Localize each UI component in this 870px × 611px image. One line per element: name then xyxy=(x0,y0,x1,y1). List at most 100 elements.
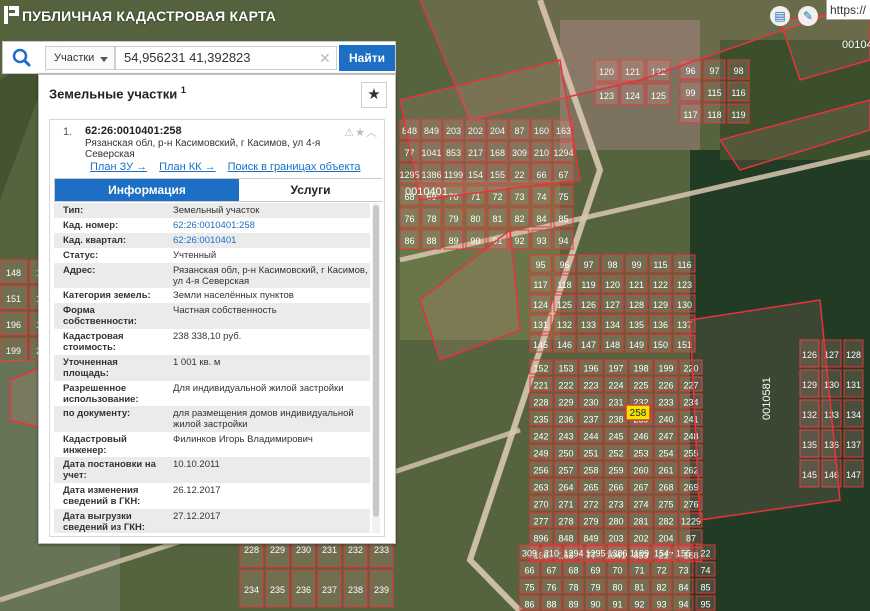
scrollbar-thumb[interactable] xyxy=(373,205,379,517)
parcel-label: 204 xyxy=(658,534,673,544)
parcel-label: 85 xyxy=(700,583,710,593)
parcel-label: 99 xyxy=(685,88,695,98)
info-row: Дата выгрузки сведений из ГКН: 27.12.2017 xyxy=(54,509,370,533)
link-plan-kk[interactable]: План КК → xyxy=(159,161,215,173)
info-label: Дата выгрузки сведений из ГКН: xyxy=(63,511,146,533)
parcel-label: 258 xyxy=(583,466,598,476)
link-plan-zu[interactable]: План ЗУ → xyxy=(90,161,147,173)
info-scrollbar[interactable] xyxy=(372,203,380,533)
parcel-label: 239 xyxy=(374,585,389,595)
parcel-label: 131 xyxy=(533,320,548,330)
parcel-label: 134 xyxy=(846,410,861,420)
parcel-label: 137 xyxy=(846,440,861,450)
parcel-label: 145 xyxy=(533,340,548,350)
parcel-label: 271 xyxy=(558,500,573,510)
results-heading-text: Земельные участки xyxy=(49,86,178,102)
parcel-label: 245 xyxy=(608,432,623,442)
info-value: Рязанская обл, р-н Касимовский, г Касимо… xyxy=(173,265,368,287)
parcel-label: 198 xyxy=(633,364,648,374)
parcel-label: 277 xyxy=(533,517,548,527)
parcel-label: 117 xyxy=(683,110,697,120)
tab-information[interactable]: Информация xyxy=(55,179,239,201)
card-actions[interactable]: ⚠★︿ xyxy=(344,124,378,140)
parcel-label: 90 xyxy=(470,236,480,246)
info-label: Форма собственности: xyxy=(63,305,137,327)
parcel-label: 210 xyxy=(544,549,559,559)
parcel-label: 237 xyxy=(322,585,337,595)
info-label: Кадастровая стоимость: xyxy=(63,331,124,353)
parcel-label: 89 xyxy=(568,600,578,610)
results-count: 1 xyxy=(180,85,186,95)
info-row: Адрес: Рязанская обл, р-н Касимовский, г … xyxy=(54,263,370,288)
parcel-label: 252 xyxy=(608,449,623,459)
app-title: ПУБЛИЧНАЯ КАДАСТРОВАЯ КАРТА xyxy=(22,8,277,24)
parcel-label: 132 xyxy=(557,320,572,330)
parcel-label: 235 xyxy=(270,585,285,595)
info-row: Разрешенное использование: Для индивидуал… xyxy=(54,381,370,406)
info-row: Тип: Земельный участок xyxy=(54,203,370,218)
star-outline-icon[interactable]: ★ xyxy=(355,127,366,139)
parcel-label: 282 xyxy=(658,517,673,527)
search-icon[interactable] xyxy=(7,46,37,70)
parcel-label: 233 xyxy=(374,545,389,555)
parcel-label: 73 xyxy=(678,566,688,576)
search-type-value: Участки xyxy=(54,52,95,64)
parcel-label: 232 xyxy=(348,545,363,555)
parcel-label: 155 xyxy=(676,549,691,559)
info-label: Дата изменения сведений в ГКН: xyxy=(63,485,141,507)
parcel-label: 91 xyxy=(612,600,622,610)
info-table: Тип: Земельный участок Кад. номер: 62:26:00… xyxy=(54,203,370,533)
parcel-label: 262 xyxy=(683,466,698,476)
result-cad-number[interactable]: 62:26:0010401:258 xyxy=(85,125,182,137)
parcel-label: 70 xyxy=(612,566,622,576)
parcel-label: 81 xyxy=(634,583,644,593)
parcel-label: 69 xyxy=(590,566,600,576)
parcel-label: 231 xyxy=(322,545,337,555)
parcel-label: 89 xyxy=(448,236,458,246)
parcel-label: 119 xyxy=(581,280,595,290)
parcel-label: 147 xyxy=(846,470,861,480)
parcel-label: 151 xyxy=(6,294,21,304)
info-value: Для индивидуальной жилой застройки xyxy=(173,383,344,394)
clear-icon[interactable]: ✕ xyxy=(319,50,331,67)
parcel-label: 263 xyxy=(533,483,548,493)
info-value: 238 338,10 руб. xyxy=(173,331,242,342)
parcel-label: 135 xyxy=(629,320,644,330)
parcel-label: 73 xyxy=(514,192,524,202)
info-value[interactable]: 62:26:0010401 xyxy=(173,235,369,247)
parcel-label: 76 xyxy=(546,583,556,593)
find-button[interactable]: Найти xyxy=(339,45,395,71)
favorite-button[interactable]: ★ xyxy=(361,82,387,108)
parcel-label: 268 xyxy=(658,483,673,493)
parcel-label: 68 xyxy=(568,566,578,576)
parcel-label: 127 xyxy=(605,300,620,310)
info-row: Кадастровый инженер: Филинков Игорь Влади… xyxy=(54,432,370,457)
chevron-up-icon[interactable]: ︿ xyxy=(366,127,378,139)
parcel-label: 257 xyxy=(558,466,573,476)
parcel-label: 98 xyxy=(607,260,617,270)
parcel-label: 202 xyxy=(633,534,648,544)
parcel-label: 94 xyxy=(678,600,688,610)
parcel-label: 238 xyxy=(348,585,363,595)
parcel-label: 225 xyxy=(633,381,648,391)
parcel-label: 223 xyxy=(583,381,598,391)
measure-icon[interactable]: ✎ xyxy=(798,6,818,26)
tab-services[interactable]: Услуги xyxy=(239,179,382,201)
search-type-select[interactable]: Участки xyxy=(45,46,115,70)
parcel-label: 76 xyxy=(404,214,414,224)
info-value[interactable]: 62:26:0010401:258 xyxy=(173,220,369,232)
parcel-label: 197 xyxy=(608,364,623,374)
chevron-down-icon xyxy=(100,57,108,62)
parcel-label: 231 xyxy=(608,398,623,408)
parcel-label: 129 xyxy=(653,300,668,310)
parcel-label: 117 xyxy=(533,280,547,290)
results-panel: Земельные участки 1 ★ 1. 62:26:0010401:2… xyxy=(38,74,396,544)
parcel-label: 148 xyxy=(605,340,620,350)
warning-icon[interactable]: ⚠ xyxy=(344,127,355,139)
parcel-label: 148 xyxy=(6,268,21,278)
result-card[interactable]: 1. 62:26:0010401:258 Рязанская обл, р-н … xyxy=(49,119,385,537)
layers-icon[interactable]: ▤ xyxy=(770,6,790,26)
parcel-label: 80 xyxy=(470,214,480,224)
search-input[interactable]: 54,956231 41,392823 xyxy=(115,46,337,70)
parcel-label: 122 xyxy=(653,280,668,290)
